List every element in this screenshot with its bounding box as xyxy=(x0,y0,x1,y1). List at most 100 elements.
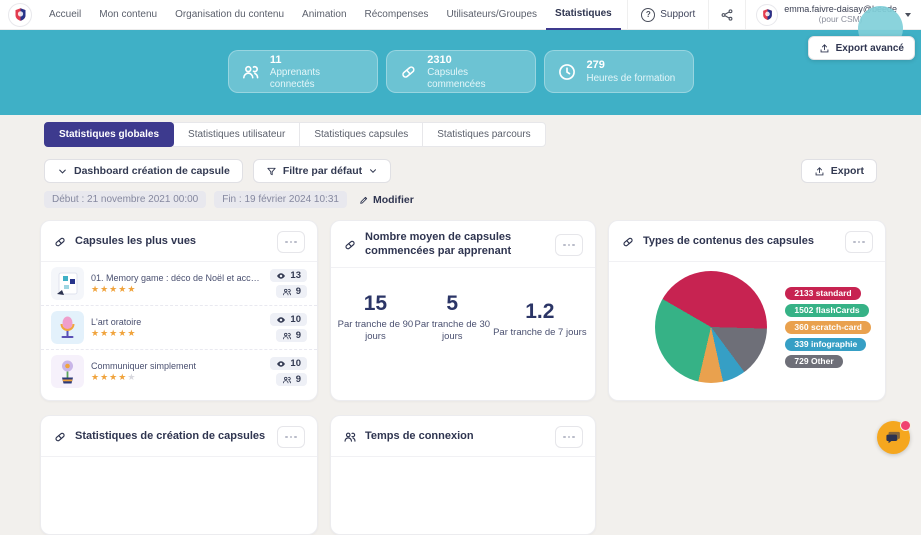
filter-label: Filtre par défaut xyxy=(283,165,362,177)
legend-item: 729 Other xyxy=(785,355,842,368)
metric-7-days: 1.2 Par tranche de 7 jours xyxy=(491,300,589,339)
card-title: Capsules les plus vues xyxy=(75,235,269,249)
share-button[interactable] xyxy=(708,0,746,29)
dashboard-select[interactable]: Dashboard création de capsule xyxy=(44,159,243,183)
export-button[interactable]: Export xyxy=(801,159,877,183)
views-count: 10 xyxy=(290,314,301,325)
capsule-info: Communiquer simplement ★★★★★ xyxy=(91,361,263,382)
chevron-down-icon xyxy=(368,166,378,176)
top-nav-bar: Accueil Mon contenu Organisation du cont… xyxy=(0,0,921,30)
rating-stars: ★★★★★ xyxy=(91,329,263,338)
date-end-chip: Fin : 19 février 2024 10:31 xyxy=(214,191,347,208)
tab-statistiques-globales[interactable]: Statistiques globales xyxy=(44,122,174,147)
capsule-badges: 10 9 xyxy=(270,357,307,386)
metric-30-days: 5 Par tranche de 30 jours xyxy=(414,292,491,344)
rating-stars: ★★★★★ xyxy=(91,285,263,294)
views-count: 10 xyxy=(290,358,301,369)
capsule-thumbnail xyxy=(51,311,84,344)
capsule-row[interactable]: Communiquer simplement ★★★★★ 10 9 xyxy=(41,350,317,393)
metric-label: Par tranche de 7 jours xyxy=(491,327,589,339)
tab-statistiques-parcours[interactable]: Statistiques parcours xyxy=(422,122,545,147)
chevron-down-icon xyxy=(57,166,68,177)
average-metrics: 15 Par tranche de 90 jours 5 Par tranche… xyxy=(331,268,595,344)
stat-value: 279 xyxy=(587,58,676,72)
advanced-export-button[interactable]: Export avancé xyxy=(808,36,915,60)
edit-dates-label: Modifier xyxy=(373,194,414,206)
legend-item: 339 infographie xyxy=(785,338,866,351)
share-icon xyxy=(720,8,734,22)
capsule-icon xyxy=(53,430,67,444)
card-menu-button[interactable] xyxy=(277,426,305,448)
app-logo[interactable] xyxy=(8,3,32,27)
card-connection-time: Temps de connexion xyxy=(330,415,596,535)
capsule-title: L'art oratoire xyxy=(91,317,263,327)
capsule-title: Communiquer simplement xyxy=(91,361,263,371)
stat-pill-learners-connected: 11 Apprenants connectés xyxy=(228,50,378,93)
card-header: Capsules les plus vues xyxy=(41,221,317,262)
card-header: Temps de connexion xyxy=(331,416,595,457)
capsule-title: 01. Memory game : déco de Noël et access… xyxy=(91,273,263,283)
users-icon xyxy=(282,375,292,385)
users-icon xyxy=(282,331,292,341)
learners-badge: 9 xyxy=(276,373,307,386)
capsule-thumbnail xyxy=(51,355,84,388)
metric-value: 15 xyxy=(337,292,414,316)
nav-item-recompenses[interactable]: Récompenses xyxy=(356,0,438,30)
views-count: 13 xyxy=(290,270,301,281)
metric-value: 1.2 xyxy=(491,300,589,324)
card-creation-stats: Statistiques de création de capsules xyxy=(40,415,318,535)
stat-label: Heures de formation xyxy=(587,73,676,85)
card-title: Temps de connexion xyxy=(365,430,547,444)
card-content-types: Types de contenus des capsules 2133 stan… xyxy=(608,220,886,401)
question-icon xyxy=(641,8,655,22)
card-menu-button[interactable] xyxy=(555,234,583,256)
capsule-row[interactable]: 01. Memory game : déco de Noël et access… xyxy=(41,262,317,306)
nav-item-utilisateurs-groupes[interactable]: Utilisateurs/Groupes xyxy=(437,0,546,30)
card-menu-button[interactable] xyxy=(845,231,873,253)
card-title: Nombre moyen de capsules commencées par … xyxy=(365,231,547,259)
card-menu-button[interactable] xyxy=(555,426,583,448)
content-types-legend: 2133 standard1502 flashCards360 scratch-… xyxy=(785,287,871,368)
card-header: Types de contenus des capsules xyxy=(609,221,885,262)
support-button[interactable]: Support xyxy=(627,0,708,29)
capsule-badges: 10 9 xyxy=(270,313,307,342)
stat-label: Capsules commencées xyxy=(427,67,522,91)
tab-statistiques-utilisateur[interactable]: Statistiques utilisateur xyxy=(173,122,300,147)
nav-item-animation[interactable]: Animation xyxy=(293,0,355,30)
nav-item-accueil[interactable]: Accueil xyxy=(40,0,90,30)
notification-dot xyxy=(900,420,911,431)
nav-item-mon-contenu[interactable]: Mon contenu xyxy=(90,0,166,30)
legend-item: 1502 flashCards xyxy=(785,304,868,317)
chat-fab-button[interactable] xyxy=(877,421,910,454)
legend-item: 2133 standard xyxy=(785,287,860,300)
capsule-icon xyxy=(399,62,418,82)
upload-icon xyxy=(819,43,830,54)
banner-stats-row: 11 Apprenants connectés 2310 Capsules co… xyxy=(0,50,921,93)
chat-bubbles-icon xyxy=(885,429,902,446)
stat-pill-capsules-started: 2310 Capsules commencées xyxy=(386,50,536,93)
users-icon xyxy=(282,287,292,297)
card-title: Statistiques de création de capsules xyxy=(75,430,269,444)
card-title: Types de contenus des capsules xyxy=(643,235,837,249)
learners-badge: 9 xyxy=(276,285,307,298)
card-header: Statistiques de création de capsules xyxy=(41,416,317,457)
views-badge: 13 xyxy=(270,269,307,282)
learners-count: 9 xyxy=(296,286,301,297)
metric-value: 5 xyxy=(414,292,491,316)
capsule-icon xyxy=(621,235,635,249)
support-label: Support xyxy=(660,9,695,20)
filter-button[interactable]: Filtre par défaut xyxy=(253,159,391,183)
capsule-row[interactable]: L'art oratoire ★★★★★ 10 9 xyxy=(41,306,317,350)
stats-tabs: Statistiques globales Statistiques utili… xyxy=(44,122,546,147)
stat-value: 2310 xyxy=(427,53,522,67)
date-filter-row: Début : 21 novembre 2021 00:00 Fin : 19 … xyxy=(44,191,414,208)
nav-item-statistiques[interactable]: Statistiques xyxy=(546,0,621,30)
logo-shield-icon xyxy=(13,7,28,22)
nav-item-organisation[interactable]: Organisation du contenu xyxy=(166,0,293,30)
learners-count: 9 xyxy=(296,330,301,341)
card-menu-button[interactable] xyxy=(277,231,305,253)
chevron-down-icon xyxy=(905,13,911,17)
edit-dates-button[interactable]: Modifier xyxy=(359,194,414,206)
learners-badge: 9 xyxy=(276,329,307,342)
tab-statistiques-capsules[interactable]: Statistiques capsules xyxy=(299,122,423,147)
